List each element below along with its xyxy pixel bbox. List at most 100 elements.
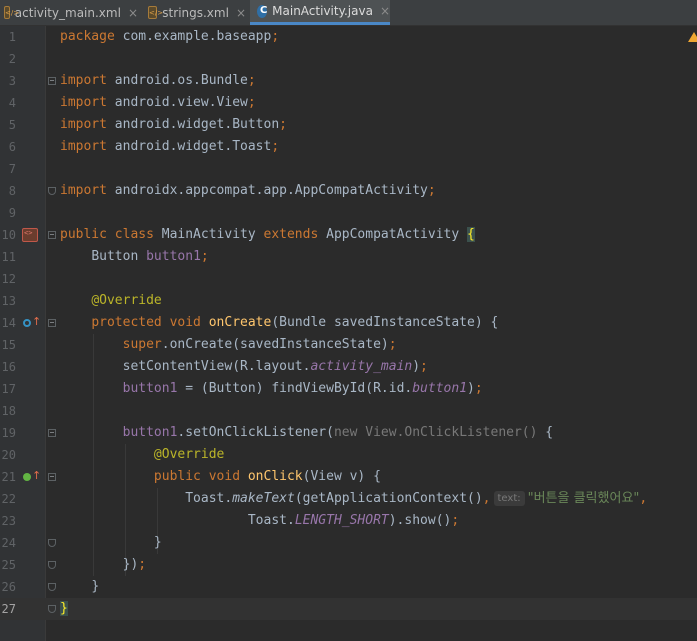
close-icon[interactable]: × [236,6,246,20]
fold-toggle[interactable] [48,319,56,327]
package-name: com.example.baseapp [114,29,272,44]
code-line: 9 [0,202,697,224]
code-line: 26 } [0,576,697,598]
line-number: 24 [1,536,16,550]
line-number: 13 [1,294,16,308]
fold-toggle[interactable] [48,77,56,85]
line-number: 3 [8,74,16,88]
comma: , [639,491,648,506]
line-number: 23 [1,514,16,528]
tab-label: MainActivity.java [272,4,373,18]
anonymous-class-expr: new View.OnClickListener() [333,425,538,440]
method-signature: (View v) { [302,469,381,484]
line-number: 6 [8,140,16,154]
up-arrow-icon[interactable]: ↑ [32,315,41,328]
code-line: 2 [0,48,697,70]
code-line: 19 button1.setOnClickListener(new View.O… [0,422,697,444]
keyword: protected void [91,315,201,330]
line-number: 19 [1,426,16,440]
code-line: 15 super.onCreate(savedInstanceState); [0,334,697,356]
close-icon[interactable]: × [128,6,138,20]
statement: = (Button) findViewById(R.id. [177,381,413,396]
tab-label: strings.xml [162,5,229,20]
keyword: import [60,73,107,88]
line-number: 9 [8,206,16,220]
annotation: @Override [153,447,225,462]
keyword: package [60,29,115,44]
class-name: MainActivity [153,227,264,242]
parameter-hint: text: [493,491,525,506]
annotation: @Override [91,293,162,308]
line-number: 15 [1,338,16,352]
static-method: makeText [232,491,295,506]
code-line: 11 Button button1; [0,246,697,268]
tab-main-activity-java[interactable]: MainActivity.java × [250,0,390,25]
java-class-icon [257,4,268,18]
line-number: 18 [1,404,16,418]
tab-activity-main-xml[interactable]: activity_main.xml × [4,0,138,25]
code-line: 7 [0,158,697,180]
code-line: 4 import android.view.View; [0,92,697,114]
code-line: 6 import android.widget.Toast; [0,136,697,158]
close-icon[interactable]: × [380,4,390,18]
code-line: 8 import androidx.appcompat.app.AppCompa… [0,180,697,202]
semicolon: ; [474,381,483,396]
keyword: public void [153,469,241,484]
keyword: import [60,139,107,154]
code-editor[interactable]: 1 package com.example.baseapp; 2 3 impor… [0,26,697,641]
import-path: android.view.View [106,95,248,110]
line-number: 25 [1,558,16,572]
fold-toggle[interactable] [48,231,56,239]
fold-end-marker[interactable] [48,539,56,547]
line-number: 22 [1,492,16,506]
editor-tab-bar: activity_main.xml × strings.xml × MainAc… [0,0,697,26]
semicolon: ; [388,337,397,352]
up-arrow-icon[interactable]: ↑ [32,469,41,482]
implements-method-icon[interactable] [23,473,31,481]
fold-end-marker[interactable] [48,583,56,591]
tab-strings-xml[interactable]: strings.xml × [148,0,246,25]
line-number: 14 [1,316,16,330]
keyword: extends [263,227,319,242]
override-method-icon[interactable] [23,319,31,327]
line-number: 5 [8,118,16,132]
line-number: 12 [1,272,16,286]
code-line: 24 } [0,532,697,554]
code-line: 10 public class MainActivity extends App… [0,224,697,246]
line-number: 20 [1,448,16,462]
import-path: android.widget.Toast [106,139,272,154]
statement: Toast. [185,491,233,506]
line-number: 17 [1,382,16,396]
matched-brace: } [60,601,68,616]
method-name: onCreate [200,315,272,330]
import-path: android.os.Bundle [106,73,248,88]
fold-end-marker[interactable] [48,605,56,613]
fold-toggle[interactable] [48,429,56,437]
code-line: 1 package com.example.baseapp; [0,26,697,48]
android-layout-icon[interactable] [22,228,38,242]
static-field: LENGTH_SHORT [294,513,389,528]
statement: .onCreate(savedInstanceState) [161,337,389,352]
code-line: 12 [0,268,697,290]
code-line: 20 @Override [0,444,697,466]
code-line: 13 @Override [0,290,697,312]
fold-toggle[interactable] [48,473,56,481]
code-line: 22 Toast.makeText(getApplicationContext(… [0,488,697,510]
line-number: 8 [8,184,16,198]
semicolon: ; [247,73,256,88]
statement: setContentView(R.layout. [122,359,311,374]
semicolon: ; [247,95,256,110]
line-number: 16 [1,360,16,374]
semicolon: ; [271,29,280,44]
statement: .setOnClickListener( [177,425,334,440]
xml-file-icon [148,6,164,19]
keyword: import [60,95,107,110]
static-field: activity_main [310,359,413,374]
semicolon: ; [271,139,280,154]
fold-end-marker[interactable] [48,561,56,569]
matched-brace: { [467,227,475,242]
line-number: 2 [8,52,16,66]
field-name: button1 [122,425,178,440]
fold-end-marker[interactable] [48,187,56,195]
semicolon: ; [420,359,428,374]
